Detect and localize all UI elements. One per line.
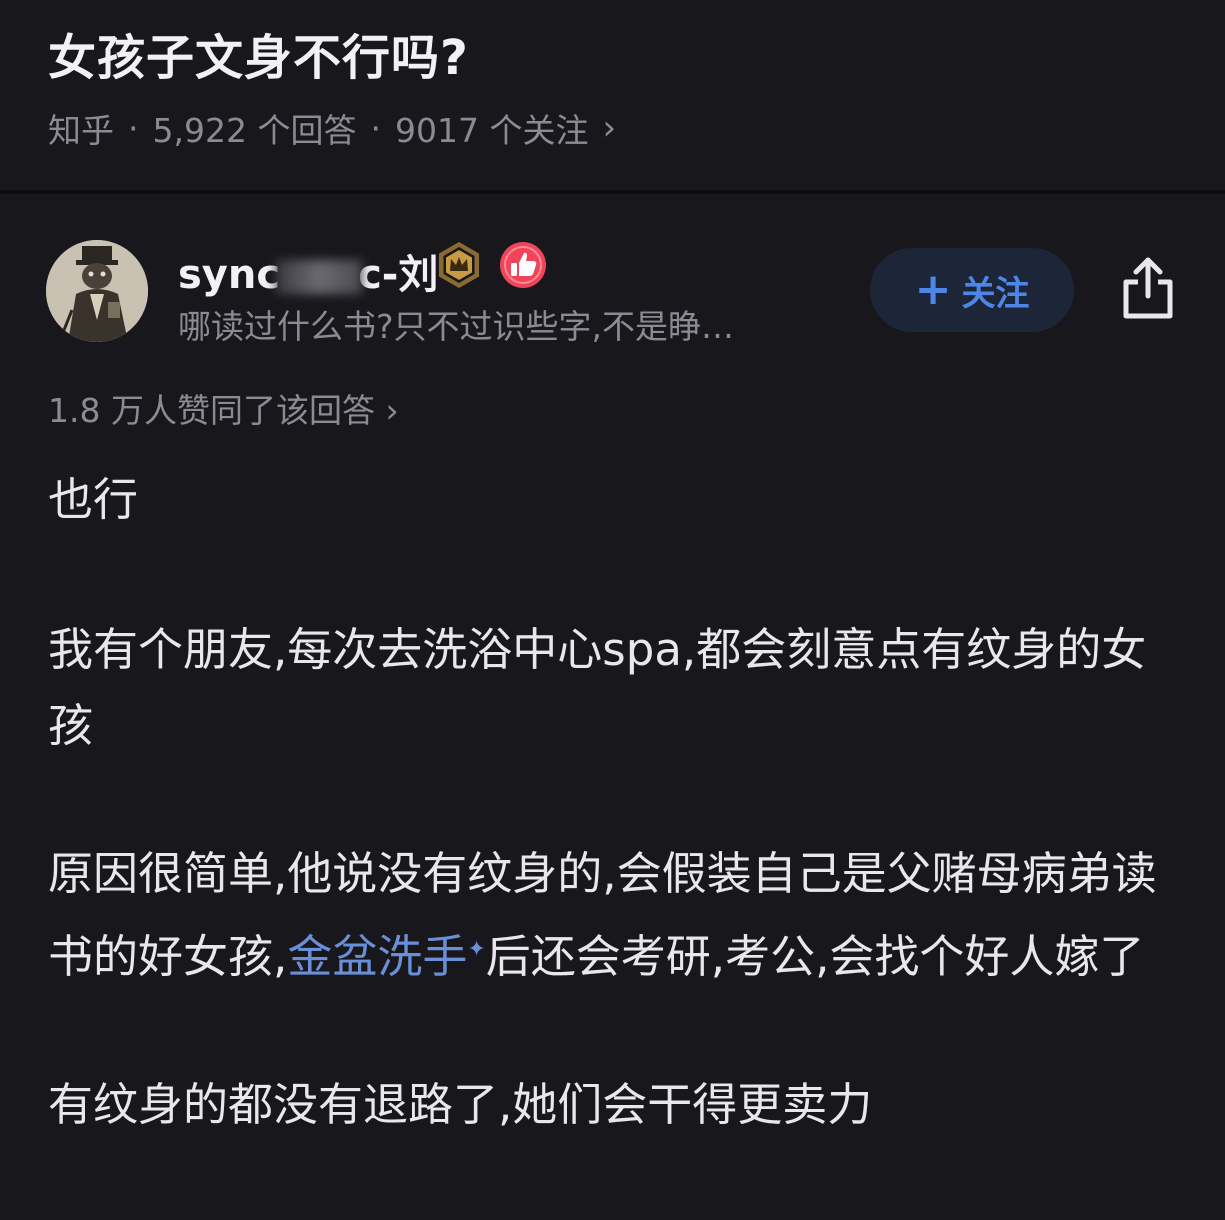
question-header: 女孩子文身不行吗? 知乎 · 5,922 个回答 · 9017 个关注 ›	[0, 0, 1225, 190]
answer-paragraph: 原因很简单,他说没有纹身的,会假装自己是父赌母病弟读书的好女孩,金盆洗手✦后还会…	[48, 836, 1188, 995]
author-row: sync c-刘 哪读过什么书?只不过识些字,不是睁… + 关注	[0, 230, 1225, 360]
answer-paragraph: 也行	[48, 473, 139, 526]
meta-separator: ·	[128, 108, 139, 148]
crown-badge-icon[interactable]	[434, 240, 484, 290]
answer-count: 5,922 个回答	[152, 111, 357, 150]
thumbs-up-badge-icon[interactable]	[498, 240, 548, 290]
sparkle-icon: ✦	[467, 937, 486, 962]
plus-icon: +	[914, 264, 952, 315]
follow-label: 关注	[961, 273, 1030, 314]
answer-paragraph: 我有个朋友,每次去洗浴中心spa,都会刻意点有纹身的女孩	[48, 623, 1147, 752]
upvote-text: 1.8 万人赞同了该回答	[48, 391, 375, 430]
question-title: 女孩子文身不行吗?	[48, 30, 469, 86]
answer-paragraph: 有纹身的都没有退路了,她们会干得更卖力	[48, 1078, 873, 1131]
question-meta[interactable]: 知乎 · 5,922 个回答 · 9017 个关注 ›	[48, 104, 616, 152]
meta-separator: ·	[370, 108, 381, 148]
avatar[interactable]	[46, 240, 148, 342]
link-term-text: 金盆洗手	[287, 930, 468, 983]
follow-count: 9017 个关注	[394, 111, 589, 150]
chevron-right-icon: ›	[385, 391, 399, 430]
answer-body: 也行 我有个朋友,每次去洗浴中心spa,都会刻意点有纹身的女孩 原因很简单,他说…	[48, 462, 1188, 1215]
paragraph-text: 后还会考研,考公,会找个好人嫁了	[485, 930, 1145, 983]
chevron-right-icon: ›	[602, 108, 617, 148]
author-name[interactable]: sync c-刘	[178, 242, 438, 300]
section-divider	[0, 190, 1225, 194]
follow-button[interactable]: + 关注	[870, 248, 1074, 332]
upvote-info[interactable]: 1.8 万人赞同了该回答 ›	[48, 384, 399, 432]
redacted-name-blur	[276, 260, 363, 294]
author-bio: 哪读过什么书?只不过识些字,不是睁…	[178, 307, 735, 346]
author-name-prefix: sync	[178, 252, 281, 298]
source-label: 知乎	[48, 111, 114, 150]
author-name-suffix: c-刘	[358, 252, 439, 298]
search-link-term[interactable]: 金盆洗手✦	[287, 930, 485, 983]
share-icon[interactable]	[1118, 254, 1178, 322]
